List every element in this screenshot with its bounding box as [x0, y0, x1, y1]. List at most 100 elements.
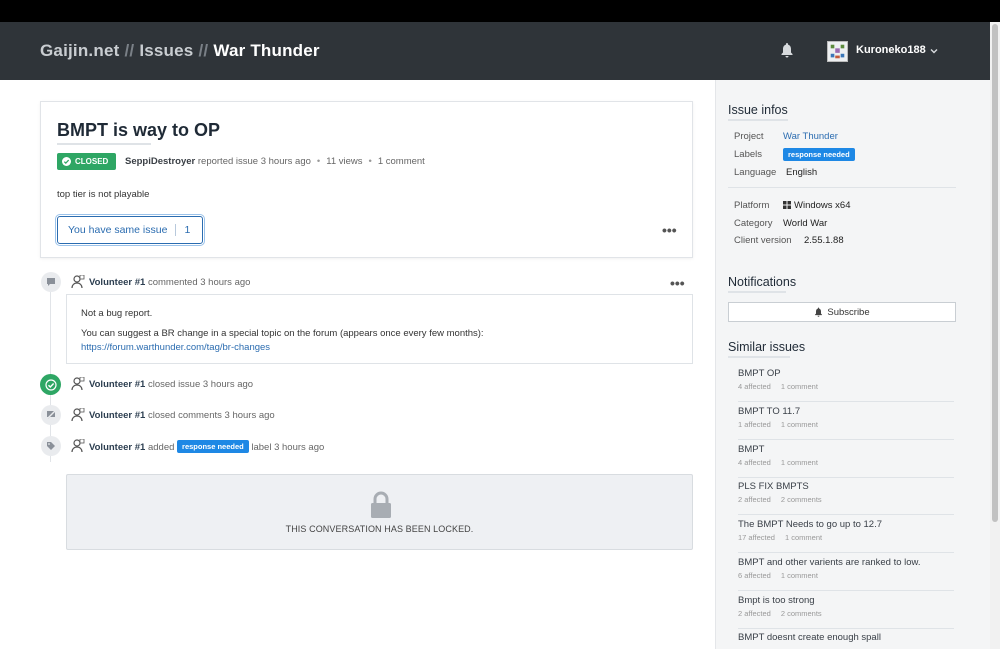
- reported-text: reported issue 3 hours ago: [197, 156, 311, 167]
- avatar[interactable]: [827, 41, 848, 62]
- closed-check-icon: [40, 374, 61, 395]
- comment-line-1: Not a bug report.: [81, 308, 153, 319]
- comments-count: 1 comment: [377, 156, 425, 167]
- comment-user[interactable]: Volunteer #1: [89, 277, 145, 288]
- similar-issue-item[interactable]: BMPT OP 4 affected 1 comment: [738, 364, 954, 402]
- label-added-text: added: [147, 442, 175, 453]
- category-value: World War: [783, 218, 828, 229]
- issue-infos-title: Issue infos: [728, 103, 788, 117]
- tag-icon: [41, 436, 61, 456]
- closed-comments-event: Volunteer #1 closed comments 3 hours ago: [89, 410, 275, 421]
- breadcrumb-issues[interactable]: Issues: [139, 41, 193, 60]
- breadcrumb: Gaijin.net//Issues//War Thunder: [40, 41, 320, 61]
- breadcrumb-separator: //: [198, 41, 209, 60]
- volunteer-avatar-icon: [71, 377, 85, 391]
- comment-count: 1 comment: [780, 420, 818, 429]
- issue-title: BMPT is way to OP: [57, 120, 221, 140]
- lock-icon: [371, 491, 391, 518]
- closed-action: closed issue 3 hours ago: [147, 379, 254, 390]
- labels-badge[interactable]: response needed: [783, 148, 855, 161]
- issue-meta: SeppiDestroyer reported issue 3 hours ag…: [125, 156, 425, 167]
- issue-description: top tier is not playable: [57, 189, 150, 200]
- timeline-line: [50, 282, 51, 462]
- similar-issues-title: Similar issues: [728, 340, 806, 354]
- similar-issue-item[interactable]: BMPT 4 affected 1 comment: [738, 440, 954, 478]
- scrollbar-thumb[interactable]: [992, 24, 998, 522]
- client-version-value: 2.55.1.88: [804, 235, 844, 246]
- platform-row: Platform Windows x64: [734, 200, 851, 211]
- similar-issue-title[interactable]: BMPT doesnt create enough spall: [738, 632, 881, 643]
- more-options-icon[interactable]: •••: [662, 223, 677, 237]
- language-row: Language English: [734, 167, 817, 178]
- notifications-title: Notifications: [728, 275, 797, 289]
- similar-issue-item[interactable]: BMPT doesnt create enough spall: [738, 628, 954, 649]
- username[interactable]: Kuroneko188: [856, 44, 926, 56]
- similar-issue-item[interactable]: Bmpt is too strong 2 affected 2 comments: [738, 591, 954, 629]
- client-version-label: Client version: [734, 235, 792, 246]
- similar-issue-title[interactable]: BMPT: [738, 444, 764, 455]
- similar-issue-title[interactable]: PLS FIX BMPTS: [738, 481, 809, 492]
- similar-issue-title[interactable]: Bmpt is too strong: [738, 595, 815, 606]
- comment-line-2: You can suggest a BR change in a special…: [81, 328, 484, 339]
- notifications-heading: Notifications: [728, 275, 797, 293]
- issue-infos-heading: Issue infos: [728, 103, 788, 121]
- affected-count: 4 affected: [738, 458, 771, 467]
- label-suffix: label 3 hours ago: [251, 442, 325, 453]
- browser-top-strip: [0, 0, 1000, 22]
- affected-count: 4 affected: [738, 382, 771, 391]
- closed-comments-action: closed comments 3 hours ago: [147, 410, 275, 421]
- affected-count: 6 affected: [738, 571, 771, 580]
- category-row: Category World War: [734, 218, 827, 229]
- project-row: Project War Thunder: [734, 131, 838, 142]
- closed-event: Volunteer #1 closed issue 3 hours ago: [89, 379, 253, 390]
- issue-card: BMPT is way to OP CLOSED SeppiDestroyer …: [40, 101, 693, 258]
- language-value: English: [786, 167, 818, 178]
- status-badge: CLOSED: [57, 153, 117, 170]
- project-label: Project: [734, 131, 764, 142]
- same-issue-button[interactable]: You have same issue 1: [55, 214, 205, 246]
- comment-options-icon[interactable]: •••: [670, 276, 685, 290]
- similar-issue-item[interactable]: BMPT TO 11.7 1 affected 1 comment: [738, 402, 954, 440]
- breadcrumb-site[interactable]: Gaijin.net: [40, 41, 119, 60]
- similar-issue-item[interactable]: BMPT and other varients are ranked to lo…: [738, 553, 954, 591]
- comment-count: 1 comment: [780, 382, 818, 391]
- similar-issue-item[interactable]: PLS FIX BMPTS 2 affected 2 comments: [738, 477, 954, 515]
- similar-issue-title[interactable]: The BMPT Needs to go up to 12.7: [738, 519, 882, 530]
- labels-row: Labels response needed: [734, 148, 855, 161]
- similar-issue-title[interactable]: BMPT OP: [738, 368, 781, 379]
- language-label: Language: [734, 167, 777, 178]
- project-value[interactable]: War Thunder: [783, 131, 838, 142]
- platform-value: Windows x64: [794, 200, 851, 211]
- author-name[interactable]: SeppiDestroyer: [125, 156, 195, 167]
- similar-issues-heading: Similar issues: [728, 340, 806, 358]
- status-badge-label: CLOSED: [75, 157, 109, 166]
- title-underline: [57, 143, 151, 145]
- affected-count: 17 affected: [738, 533, 775, 542]
- similar-issue-title[interactable]: BMPT TO 11.7: [738, 406, 800, 417]
- subscribe-button[interactable]: Subscribe: [728, 302, 956, 322]
- locked-text: THIS CONVERSATION HAS BEEN LOCKED.: [285, 524, 474, 534]
- label-badge[interactable]: response needed: [177, 440, 249, 453]
- label-user[interactable]: Volunteer #1: [89, 442, 145, 453]
- check-circle-icon: [62, 157, 71, 166]
- comment-body: Not a bug report. You can suggest a BR c…: [66, 294, 693, 364]
- category-label: Category: [734, 218, 773, 229]
- similar-issue-item[interactable]: The BMPT Needs to go up to 12.7 17 affect…: [738, 515, 954, 553]
- page-scrollbar[interactable]: [990, 22, 1000, 649]
- volunteer-avatar-icon: [71, 408, 85, 422]
- similar-issue-title[interactable]: BMPT and other varients are ranked to lo…: [738, 557, 921, 568]
- closed-comments-user[interactable]: Volunteer #1: [89, 410, 145, 421]
- volunteer-avatar-icon: [71, 275, 85, 289]
- bell-icon[interactable]: [780, 42, 794, 58]
- forum-link[interactable]: https://forum.warthunder.com/tag/br-chan…: [81, 342, 270, 353]
- closed-user[interactable]: Volunteer #1: [89, 379, 145, 390]
- breadcrumb-project[interactable]: War Thunder: [213, 41, 319, 60]
- comments-off-icon: [41, 405, 61, 425]
- labels-label: Labels: [734, 149, 762, 160]
- divider: [728, 187, 956, 188]
- comment-icon: [41, 272, 61, 292]
- comment-count: 1 comment: [784, 533, 823, 542]
- bell-icon: [815, 307, 823, 317]
- same-issue-label: You have same issue: [68, 224, 168, 236]
- chevron-down-icon[interactable]: [929, 46, 939, 56]
